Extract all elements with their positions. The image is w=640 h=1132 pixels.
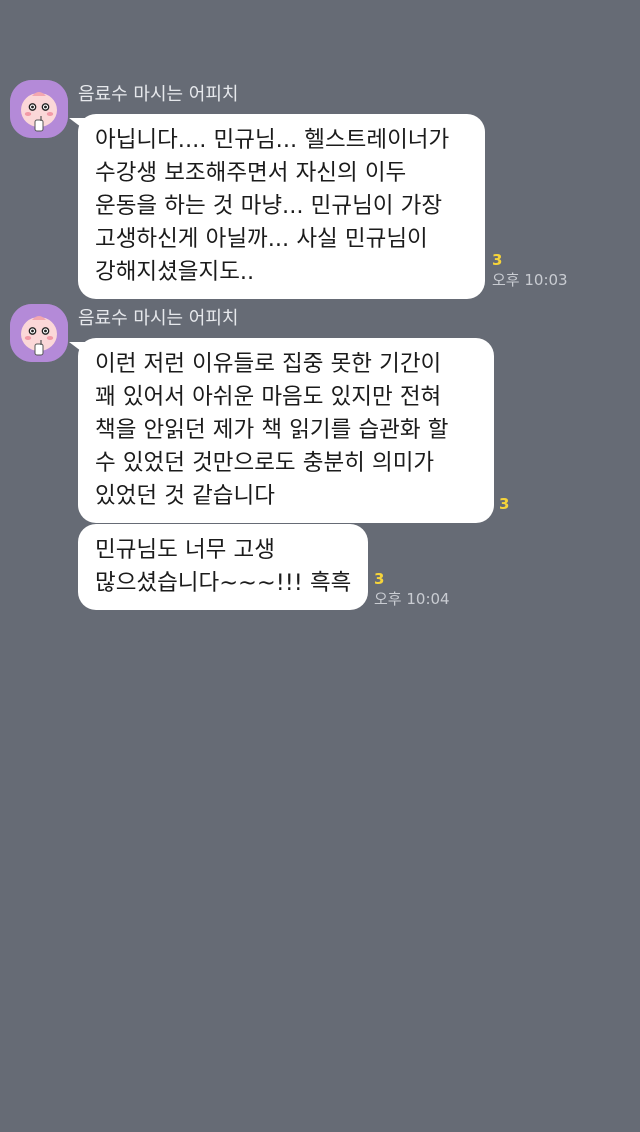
message-line: 책을 안읽던 제가 책 읽기를 습관화 할 — [95, 417, 449, 443]
unread-count: 3 — [492, 251, 503, 269]
sender-name: 음료수 마시는 어피치 — [78, 308, 239, 329]
message-line: 강해지셨을지도.. — [95, 259, 255, 285]
message-line: 고생하신게 아닐까... 사실 민규님이 — [95, 226, 428, 252]
apeach-avatar-icon — [10, 304, 68, 362]
message-time: 오후 10:03 — [492, 271, 568, 289]
apeach-avatar-icon — [10, 80, 68, 138]
unread-count: 3 — [499, 495, 510, 513]
message-bubble[interactable]: 민규님도 너무 고생 많으셨습니다~~~!!! 흑흑 — [78, 524, 368, 610]
message-line: 있었던 것 같습니다 — [95, 483, 275, 509]
message-line: 아닙니다.... 민규님... 헬스트레이너가 — [95, 127, 450, 153]
chat-room: 음료수 마시는 어피치 아닙니다.... 민규님... 헬스트레이너가 수강생 … — [0, 0, 640, 1132]
unread-count: 3 — [374, 570, 385, 588]
sender-name: 음료수 마시는 어피치 — [78, 84, 239, 105]
message-line: 꽤 있어서 아쉬운 마음도 있지만 전혀 — [95, 384, 442, 410]
avatar[interactable] — [10, 304, 68, 362]
message-line: 수강생 보조해주면서 자신의 이두 — [95, 160, 407, 186]
message-time: 오후 10:04 — [374, 590, 450, 608]
message-line: 수 있었던 것만으로도 충분히 의미가 — [95, 450, 435, 476]
message-line: 운동을 하는 것 마냥... 민규님이 가장 — [95, 193, 443, 219]
message-line: 이런 저런 이유들로 집중 못한 기간이 — [95, 351, 442, 377]
message-line: 민규님도 너무 고생 — [95, 537, 275, 563]
message-bubble[interactable]: 이런 저런 이유들로 집중 못한 기간이 꽤 있어서 아쉬운 마음도 있지만 전… — [69, 338, 494, 523]
avatar[interactable] — [10, 80, 68, 138]
message-line: 많으셨습니다~~~!!! 흑흑 — [95, 570, 352, 596]
message-bubble[interactable]: 아닙니다.... 민규님... 헬스트레이너가 수강생 보조해주면서 자신의 이… — [69, 114, 485, 299]
